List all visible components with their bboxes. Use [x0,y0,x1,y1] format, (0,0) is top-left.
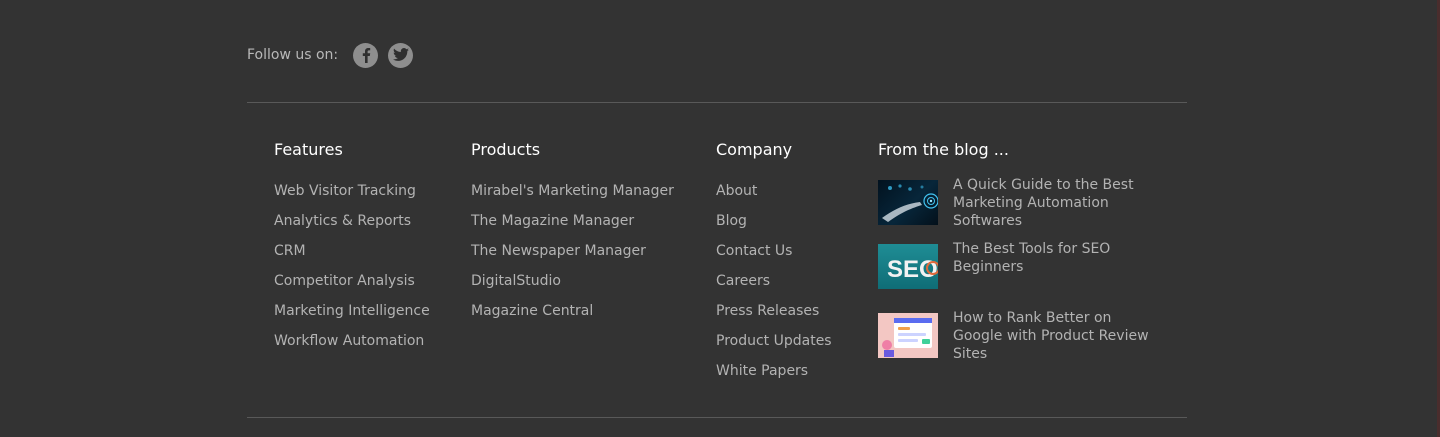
blog-post-title[interactable]: The Best Tools for SEO Beginners [953,240,1158,276]
company-heading: Company [716,140,793,159]
features-link-analytics-reports[interactable]: Analytics & Reports [274,206,430,236]
features-heading: Features [274,140,343,159]
features-link-competitor-analysis[interactable]: Competitor Analysis [274,266,430,296]
company-link-press-releases[interactable]: Press Releases [716,296,832,326]
facebook-link[interactable] [353,42,379,68]
company-column: Company About Blog Contact Us Careers Pr… [716,139,832,386]
seo-thumb-text: SEO [887,256,938,283]
twitter-link[interactable] [388,42,414,68]
products-link-magazine-manager[interactable]: The Magazine Manager [471,206,674,236]
blog-post-title[interactable]: How to Rank Better on Google with Produc… [953,309,1158,363]
features-column: Features Web Visitor Tracking Analytics … [274,139,430,356]
company-link-product-updates[interactable]: Product Updates [716,326,832,356]
products-link-digitalstudio[interactable]: DigitalStudio [471,266,674,296]
company-link-white-papers[interactable]: White Papers [716,356,832,386]
products-link-marketing-manager[interactable]: Mirabel's Marketing Manager [471,176,674,206]
blog-column: From the blog ... A Quick Guide to the B… [878,139,1168,363]
follow-us-label: Follow us on: [247,47,339,63]
features-link-workflow-automation[interactable]: Workflow Automation [274,326,430,356]
ai-hand-image [882,184,938,222]
features-link-crm[interactable]: CRM [274,236,430,266]
company-link-careers[interactable]: Careers [716,266,832,296]
features-link-web-visitor-tracking[interactable]: Web Visitor Tracking [274,176,430,206]
products-link-newspaper-manager[interactable]: The Newspaper Manager [471,236,674,266]
blog-post-marketing-automation[interactable]: A Quick Guide to the Best Marketing Auto… [878,176,1168,230]
blog-heading: From the blog ... [878,140,1009,159]
blog-thumbnail-review[interactable] [878,313,938,358]
facebook-icon [362,48,370,63]
follow-us-bar: Follow us on: [247,42,423,68]
products-link-magazine-central[interactable]: Magazine Central [471,296,674,326]
products-column: Products Mirabel's Marketing Manager The… [471,139,674,326]
top-divider [247,102,1187,103]
company-link-blog[interactable]: Blog [716,206,832,236]
twitter-icon [392,48,409,61]
features-link-marketing-intelligence[interactable]: Marketing Intelligence [274,296,430,326]
blog-thumbnail-seo[interactable]: SEO [878,244,938,289]
company-link-contact-us[interactable]: Contact Us [716,236,832,266]
bottom-divider [247,417,1187,418]
products-heading: Products [471,140,541,159]
blog-post-seo-tools[interactable]: SEO The Best Tools for SEO Beginners [878,240,1168,289]
company-link-about[interactable]: About [716,176,832,206]
blog-post-product-review[interactable]: How to Rank Better on Google with Produc… [878,309,1168,363]
blog-post-title[interactable]: A Quick Guide to the Best Marketing Auto… [953,176,1158,230]
seo-image: SEO [887,256,938,283]
review-image [882,318,932,357]
blog-thumbnail-ai-hand[interactable] [878,180,938,225]
